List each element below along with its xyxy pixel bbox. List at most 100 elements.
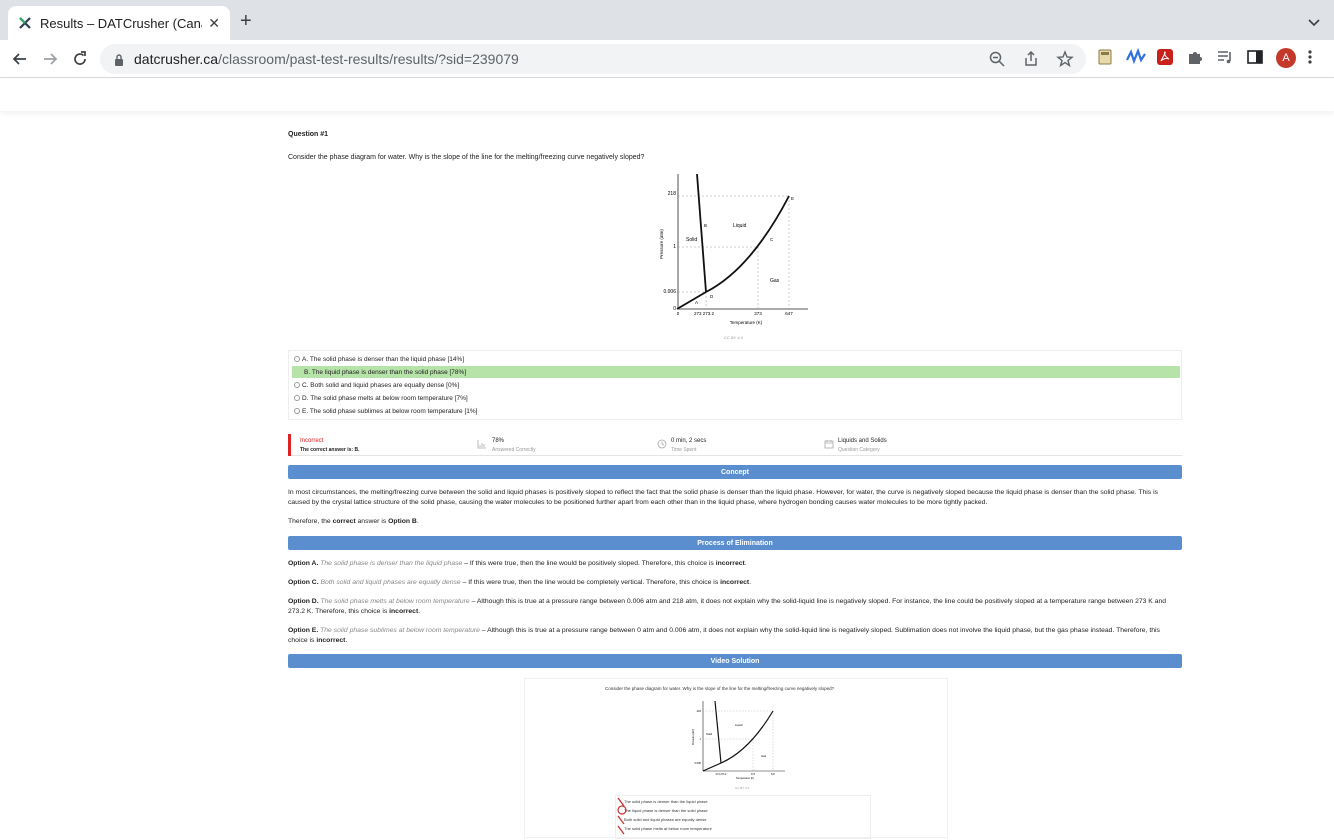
time-value: 0 min, 2 secs <box>671 438 707 444</box>
browser-tab[interactable]: Results – DATCrusher (Canadian ✕ <box>8 6 230 40</box>
option-label: E. The solid phase sublimes at below roo… <box>302 407 478 415</box>
region-label-gas: Gas <box>770 278 780 284</box>
y-tick-label: 1 <box>673 244 676 250</box>
wave-extension-icon[interactable] <box>1126 47 1146 68</box>
category-value: Liquids and Solids <box>838 438 887 444</box>
video-y-tick: 0.006 <box>695 761 702 765</box>
video-option: Both solid and liquid phases are equally… <box>624 817 707 822</box>
x-tick-label: 647 <box>785 311 793 316</box>
period: . <box>418 608 421 615</box>
calculator-extension-icon[interactable] <box>1096 48 1116 68</box>
answer-mid: answer is <box>357 518 387 525</box>
option-label: B. The liquid phase is denser than the s… <box>304 368 467 376</box>
y-axis-label: Pressure (atm) <box>659 229 664 259</box>
radio-icon[interactable] <box>294 382 300 388</box>
address-bar[interactable]: datcrusher.ca/classroom/past-test-result… <box>100 44 1086 74</box>
video-option: The solid phase melts at below room temp… <box>624 826 712 831</box>
elimination-item-c: Option C. Both solid and liquid phases a… <box>288 578 1180 588</box>
radio-icon[interactable] <box>294 356 300 362</box>
lock-icon[interactable] <box>114 53 124 66</box>
radio-icon[interactable] <box>294 408 300 414</box>
share-icon[interactable] <box>1022 50 1042 70</box>
reading-list-icon[interactable] <box>1216 48 1236 68</box>
diagram-caption: CC BY 4.0 <box>724 335 743 340</box>
option-b[interactable]: B. The liquid phase is denser than the s… <box>292 366 1180 378</box>
forward-arrow-icon[interactable] <box>40 49 60 69</box>
y-tick-label: 0.006 <box>663 289 676 295</box>
period: . <box>345 637 348 644</box>
site-header <box>0 79 1334 111</box>
back-arrow-icon[interactable] <box>10 49 30 69</box>
acrobat-extension-icon[interactable] <box>1156 48 1176 68</box>
url-host: datcrusher.ca <box>134 51 219 67</box>
option-ref: Option D. <box>288 598 319 605</box>
video-player[interactable]: Consider the phase diagram for water. Wh… <box>524 678 948 839</box>
clock-icon <box>657 439 667 449</box>
time-caption: Time Spent <box>671 447 697 453</box>
option-ref: Option E. <box>288 627 319 634</box>
extensions-puzzle-icon[interactable] <box>1186 48 1206 68</box>
tab-close-icon[interactable]: ✕ <box>208 15 220 32</box>
option-ref: Option A. <box>288 560 319 567</box>
video-x-tick: 373 <box>751 773 756 776</box>
question-number: Question #1 <box>288 131 329 138</box>
point-label-c: C <box>770 237 774 242</box>
video-option: The solid phase is denser than the liqui… <box>624 799 708 804</box>
side-panel-icon[interactable] <box>1246 48 1266 68</box>
browser-toolbar: datcrusher.ca/classroom/past-test-result… <box>0 40 1334 78</box>
option-d[interactable]: D. The solid phase melts at below room t… <box>292 392 1180 404</box>
percent-stat: 78% Answered Correctly <box>492 438 536 453</box>
reload-icon[interactable] <box>70 49 90 69</box>
video-y-tick: 218 <box>697 709 702 713</box>
radio-icon[interactable] <box>294 395 300 401</box>
video-phase-diagram: 218 1 0.006 273 273.2 373 647 Temperatur… <box>692 700 785 780</box>
answer-bold: correct <box>332 518 356 525</box>
option-desc: The solid phase sublimes at below room t… <box>320 627 480 634</box>
result-label: Incorrect <box>300 438 324 444</box>
option-e[interactable]: E. The solid phase sublimes at below roo… <box>292 405 1180 417</box>
profile-avatar[interactable]: A <box>1276 48 1296 68</box>
elimination-item-d: Option D. The solid phase melts at below… <box>288 597 1180 617</box>
option-a[interactable]: A. The solid phase is denser than the li… <box>292 353 1180 365</box>
video-question-text: Consider the phase diagram for water. Wh… <box>605 686 835 691</box>
radio-icon[interactable] <box>294 369 302 375</box>
verdict: incorrect <box>316 637 346 644</box>
video-options: The solid phase is denser than the liqui… <box>615 795 871 839</box>
video-x-tick: 647 <box>771 773 776 776</box>
video-option: The liquid phase is denser than the soli… <box>624 808 708 813</box>
phase-diagram: 218 1 0.006 0 0 273 273.2 373 647 Temper… <box>659 174 808 325</box>
zoom-out-icon[interactable] <box>988 50 1008 70</box>
tab-search-chevron-icon[interactable] <box>1308 14 1320 32</box>
point-label-d: D <box>710 294 714 299</box>
elimination-item-e: Option E. The solid phase sublimes at be… <box>288 626 1180 646</box>
url-text[interactable]: datcrusher.ca/classroom/past-test-result… <box>134 51 519 67</box>
category-stat: Liquids and Solids Question Category <box>838 438 887 453</box>
elimination-text: – If this were true, then the line would… <box>460 579 721 586</box>
bookmark-star-icon[interactable] <box>1056 50 1076 70</box>
new-tab-icon[interactable]: + <box>240 10 252 33</box>
correct-answer-text: The correct answer is: B. <box>300 447 360 453</box>
video-x-tick: 273 273.2 <box>716 773 727 776</box>
concept-text: In most circumstances, the melting/freez… <box>288 489 1158 506</box>
period: . <box>749 579 752 586</box>
answer-end: . <box>416 518 419 525</box>
url-path: /classroom/past-test-results/results/?si… <box>218 51 519 67</box>
video-x-axis-label: Temperature (K) <box>736 777 754 780</box>
concept-heading: Concept <box>288 465 1182 479</box>
period: . <box>744 560 747 567</box>
percent-value: 78% <box>492 438 505 444</box>
option-desc: The solid phase melts at below room temp… <box>320 598 470 605</box>
region-label-liquid: Liquid <box>733 223 747 229</box>
time-stat: 0 min, 2 secs Time Spent <box>671 438 706 453</box>
video-region-liquid: Liquid <box>735 723 743 727</box>
x-tick-label: 373 <box>754 311 762 316</box>
option-label: D. The solid phase melts at below room t… <box>302 394 468 402</box>
video-y-tick: 1 <box>700 737 702 741</box>
chrome-menu-icon[interactable] <box>1306 48 1326 68</box>
point-label-a: A <box>695 300 698 305</box>
result-stats: Incorrect The correct answer is: B. 78% … <box>288 434 1182 456</box>
elimination-text: – If this were true, then the line would… <box>462 560 716 567</box>
video-region-gas: Gas <box>761 754 767 758</box>
option-c[interactable]: C. Both solid and liquid phases are equa… <box>292 379 1180 391</box>
answer-option: Option B <box>388 518 417 525</box>
